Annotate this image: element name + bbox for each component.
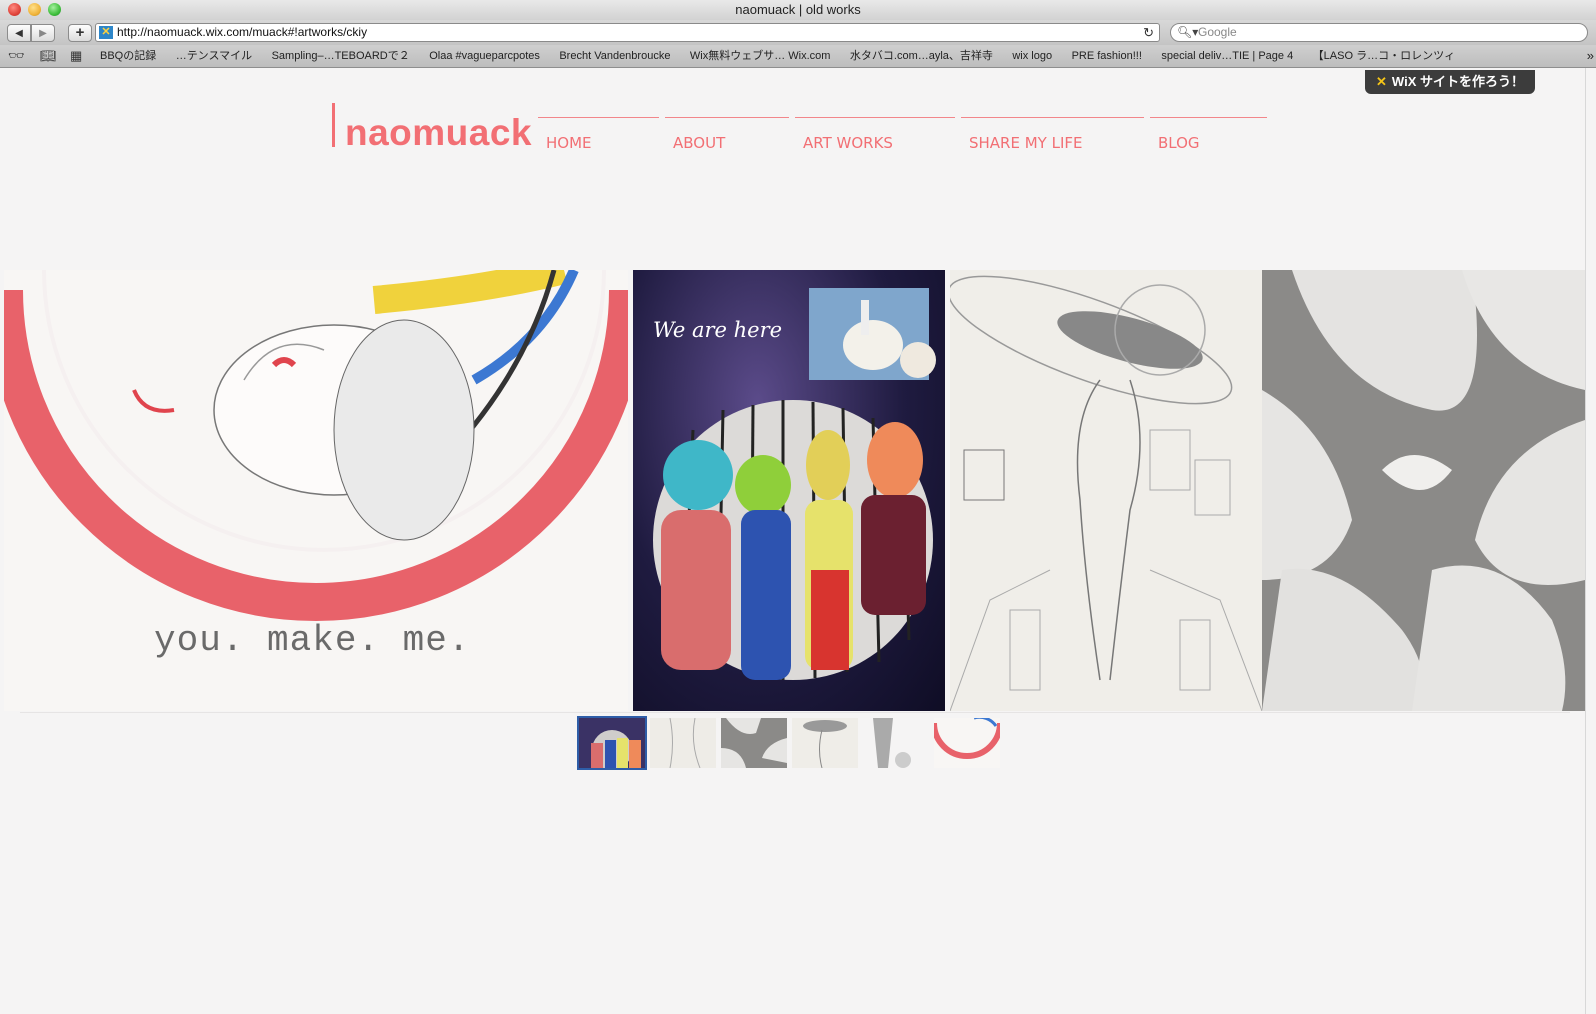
artwork-faces-sketch[interactable] [1262, 270, 1585, 711]
window-titlebar: naomuack | old works [0, 0, 1596, 20]
web-page: ✕ WiX サイトを作ろう！ naomuack HOME ABOUT ART WO… [0, 68, 1596, 1014]
bookmark-item[interactable]: …テンスマイル [176, 45, 252, 67]
nav-blog-label: BLOG [1158, 134, 1200, 152]
bookmark-item[interactable]: Wix無料ウェブサ… Wix.com [690, 45, 831, 67]
nav-about[interactable]: ABOUT [665, 117, 789, 154]
wix-create-site-badge[interactable]: ✕ WiX サイトを作ろう！ [1365, 70, 1535, 94]
gallery-divider [20, 712, 1570, 713]
nav-home-label: HOME [546, 134, 592, 152]
nav-home[interactable]: HOME [538, 117, 659, 154]
nav-art-works[interactable]: ART WORKS [795, 117, 955, 154]
nav-art-works-label: ART WORKS [803, 134, 893, 152]
bookmark-item[interactable]: PRE fashion!!! [1072, 45, 1142, 67]
wix-favicon-icon: ✕ [99, 26, 113, 39]
window-title: naomuack | old works [735, 2, 861, 17]
bookmarks-book-icon[interactable]: 📖︎ [40, 47, 57, 65]
url-text[interactable]: http://naomuack.wix.com/muack#!artworks/… [117, 24, 367, 41]
artwork-you-make-me[interactable]: you. make. me. [4, 270, 628, 711]
zoom-window-button[interactable] [48, 3, 61, 16]
nav-share-my-life-label: SHARE MY LIFE [969, 134, 1083, 152]
bookmark-list: BBQの記録 …テンスマイル Sampling–…TEBOARDで２ Olaa … [100, 45, 1580, 67]
bookmark-item[interactable]: Brecht Vandenbroucke [559, 45, 670, 67]
nav-share-my-life[interactable]: SHARE MY LIFE [961, 117, 1144, 154]
more-bookmarks-chevron-icon[interactable]: » [1587, 45, 1594, 67]
bookmarks-bar: 👓︎ 📖︎ ▦ BBQの記録 …テンスマイル Sampling–…TEBOARD… [0, 45, 1596, 68]
gallery-thumbnail[interactable] [863, 718, 929, 768]
bookmark-item[interactable]: 水タバコ.com…ayla、吉祥寺 [850, 45, 993, 67]
artwork-caption: you. make. me. [154, 620, 471, 661]
add-bookmark-button[interactable]: + [68, 24, 92, 42]
search-icon: 🔍︎▾ [1177, 25, 1199, 39]
search-placeholder: Google [1198, 25, 1237, 39]
reading-list-icon[interactable]: 👓︎ [8, 47, 25, 65]
planet-sketch [950, 275, 1262, 711]
forward-button[interactable]: ▶ [31, 24, 55, 42]
reload-icon[interactable]: ↻ [1143, 24, 1154, 41]
wix-logo-icon: ✕ [1376, 74, 1387, 89]
bookmark-item[interactable]: Olaa #vagueparcpotes [429, 45, 540, 67]
top-sites-grid-icon[interactable]: ▦ [70, 47, 82, 65]
gallery-thumbnail[interactable] [721, 718, 787, 768]
artwork-we-are-here[interactable]: We are here [633, 270, 945, 711]
minimize-window-button[interactable] [28, 3, 41, 16]
faces-sketch [1262, 270, 1585, 711]
gallery-thumbnail[interactable] [792, 718, 858, 768]
gallery-thumbnail[interactable] [577, 716, 647, 770]
bookmark-item[interactable]: wix logo [1012, 45, 1052, 67]
nav-blog[interactable]: BLOG [1150, 117, 1267, 154]
page-edge [1585, 68, 1586, 1014]
gallery-thumbnail[interactable] [650, 718, 716, 768]
gallery-thumbnail[interactable] [934, 718, 1000, 768]
bookmark-item[interactable]: 【LASO ラ…コ・ロレンツィ [1313, 45, 1455, 67]
address-bar[interactable]: ✕ http://naomuack.wix.com/muack#!artwork… [95, 23, 1160, 42]
browser-toolbar: ◀ ▶ + ✕ http://naomuack.wix.com/muack#!a… [0, 20, 1596, 45]
bookmark-item[interactable]: BBQの記録 [100, 45, 156, 67]
logo-bar [332, 103, 335, 147]
bookmark-item[interactable]: Sampling–…TEBOARDで２ [272, 45, 410, 67]
wix-badge-label: WiX サイトを作ろう！ [1391, 74, 1524, 89]
artwork-caption: We are here [653, 318, 783, 342]
artwork-planet-sketch[interactable] [950, 270, 1262, 711]
back-button[interactable]: ◀ [7, 24, 31, 42]
search-field[interactable]: 🔍︎▾ Google [1170, 23, 1588, 42]
site-logo[interactable]: naomuack [345, 112, 532, 154]
close-window-button[interactable] [8, 3, 21, 16]
bookmark-item[interactable]: special deliv…TIE | Page 4 [1161, 45, 1293, 67]
nav-about-label: ABOUT [673, 134, 726, 152]
